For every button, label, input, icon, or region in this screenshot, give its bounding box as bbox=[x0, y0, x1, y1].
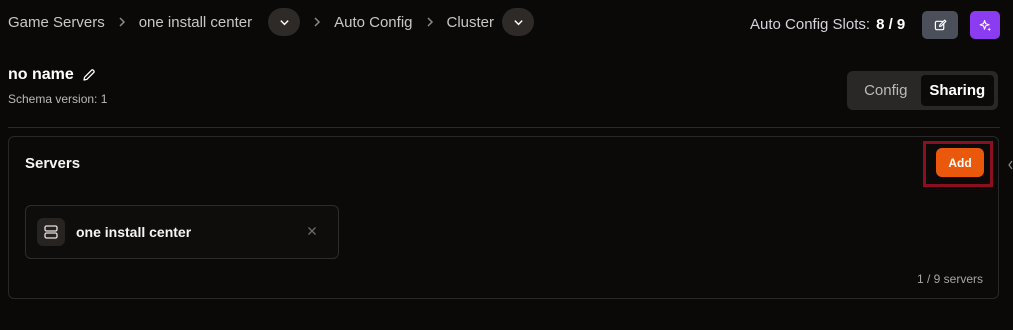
chevron-right-icon bbox=[425, 17, 435, 27]
server-icon bbox=[37, 218, 65, 246]
slots-value: 8 / 9 bbox=[876, 16, 906, 33]
scroll-handle-icon bbox=[1008, 157, 1013, 170]
server-name: one install center bbox=[76, 224, 192, 240]
cluster-dropdown-button[interactable] bbox=[502, 8, 535, 36]
config-title: no name bbox=[8, 66, 74, 83]
tab-config[interactable]: Config bbox=[851, 75, 921, 106]
schema-version: Schema version: 1 bbox=[8, 92, 108, 106]
server-dropdown-button[interactable] bbox=[268, 8, 301, 36]
top-bar: Game Servers one install center Auto Con… bbox=[0, 0, 1013, 44]
ai-assist-button[interactable] bbox=[970, 11, 1000, 39]
server-item[interactable]: one install center bbox=[25, 205, 339, 259]
breadcrumb-server[interactable]: one install center bbox=[139, 14, 252, 31]
pencil-icon[interactable] bbox=[82, 68, 96, 82]
close-icon[interactable] bbox=[304, 223, 320, 239]
chevron-down-icon bbox=[279, 19, 289, 25]
breadcrumb-game-servers[interactable]: Game Servers bbox=[8, 14, 105, 31]
tab-sharing[interactable]: Sharing bbox=[920, 75, 994, 106]
square-pen-icon bbox=[934, 19, 946, 30]
breadcrumb-cluster[interactable]: Cluster bbox=[447, 14, 495, 31]
page: Game Servers one install center Auto Con… bbox=[0, 0, 1013, 330]
server-count: 1 / 9 servers bbox=[916, 272, 983, 286]
divider bbox=[8, 127, 1000, 128]
add-server-button[interactable]: Add bbox=[936, 148, 984, 177]
sparkles-icon bbox=[979, 19, 991, 31]
servers-title: Servers bbox=[25, 155, 81, 172]
chevron-right-icon bbox=[117, 17, 127, 27]
chevron-down-icon bbox=[513, 19, 523, 25]
edit-button[interactable] bbox=[922, 11, 958, 39]
servers-card: Servers Add one install center 1 / 9 ser… bbox=[8, 136, 999, 299]
breadcrumb: Game Servers one install center Auto Con… bbox=[8, 8, 535, 36]
chevron-right-icon bbox=[312, 17, 322, 27]
config-sharing-tabs: Config Sharing bbox=[847, 71, 998, 110]
slots-label: Auto Config Slots: bbox=[750, 16, 871, 33]
auto-config-slots: Auto Config Slots: 8 / 9 bbox=[750, 16, 905, 33]
config-title-row: no name bbox=[8, 66, 96, 84]
breadcrumb-auto-config[interactable]: Auto Config bbox=[334, 14, 412, 31]
